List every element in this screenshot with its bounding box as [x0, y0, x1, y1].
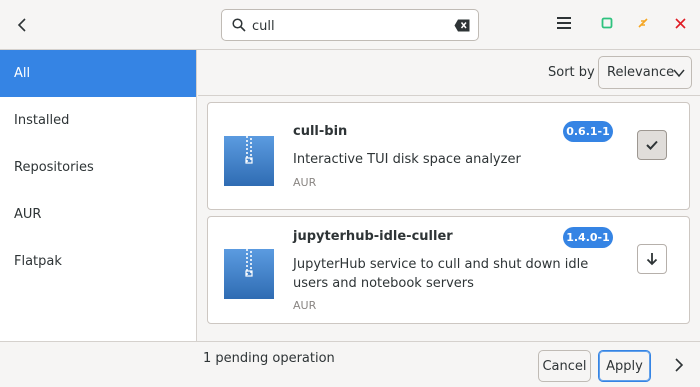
package-repo: AUR — [293, 176, 317, 189]
search-input[interactable] — [252, 16, 442, 36]
select-toggle-button[interactable] — [637, 130, 667, 160]
sort-dropdown[interactable]: Relevance — [598, 56, 692, 89]
main-content: Sort by Relevance cull-bin Interactive T… — [198, 50, 700, 341]
sidebar: All Installed Repositories AUR Flatpak — [0, 50, 197, 341]
back-button[interactable] — [8, 11, 36, 39]
pending-operations-label: 1 pending operation — [203, 351, 335, 366]
maximize-icon — [601, 17, 613, 29]
install-button[interactable] — [637, 244, 667, 274]
package-card[interactable]: cull-bin Interactive TUI disk space anal… — [207, 102, 690, 210]
close-button[interactable] — [672, 15, 688, 31]
check-icon — [646, 140, 658, 150]
package-repo: AUR — [293, 299, 317, 312]
clear-icon[interactable] — [454, 19, 470, 32]
package-card[interactable]: jupyterhub-idle-culler JupyterHub servic… — [207, 216, 690, 324]
download-icon — [646, 253, 658, 266]
sidebar-item-repositories[interactable]: Repositories — [0, 144, 196, 191]
sidebar-item-all[interactable]: All — [0, 50, 196, 97]
menu-icon — [557, 17, 571, 29]
maximize-button[interactable] — [599, 15, 615, 31]
sort-label: Sort by — [548, 65, 595, 80]
minimize-icon — [638, 18, 648, 28]
package-name: jupyterhub-idle-culler — [293, 229, 453, 244]
package-name: cull-bin — [293, 124, 348, 139]
search-box[interactable] — [221, 9, 479, 41]
search-icon — [232, 18, 246, 32]
sort-selected-value: Relevance — [607, 65, 675, 80]
cancel-button[interactable]: Cancel — [538, 350, 591, 382]
sidebar-item-flatpak[interactable]: Flatpak — [0, 238, 196, 285]
chevron-right-icon — [675, 358, 683, 372]
footer-bar: 1 pending operation Cancel Apply — [0, 341, 700, 387]
sort-bar: Sort by Relevance — [198, 50, 700, 96]
package-description: Interactive TUI disk space analyzer — [293, 152, 521, 167]
sidebar-item-aur[interactable]: AUR — [0, 191, 196, 238]
sidebar-item-installed[interactable]: Installed — [0, 97, 196, 144]
chevron-down-icon — [673, 69, 685, 78]
package-archive-icon — [224, 136, 274, 186]
package-description: JupyterHub service to cull and shut down… — [293, 257, 589, 291]
version-badge: 1.4.0-1 — [563, 227, 613, 248]
back-icon — [17, 18, 26, 32]
menu-button[interactable] — [556, 15, 572, 31]
header-bar — [0, 0, 700, 50]
minimize-button[interactable] — [635, 15, 651, 31]
next-button[interactable] — [670, 356, 688, 374]
close-icon — [674, 17, 686, 29]
apply-button[interactable]: Apply — [598, 350, 651, 382]
version-badge: 0.6.1-1 — [563, 121, 613, 142]
package-archive-icon — [224, 249, 274, 299]
